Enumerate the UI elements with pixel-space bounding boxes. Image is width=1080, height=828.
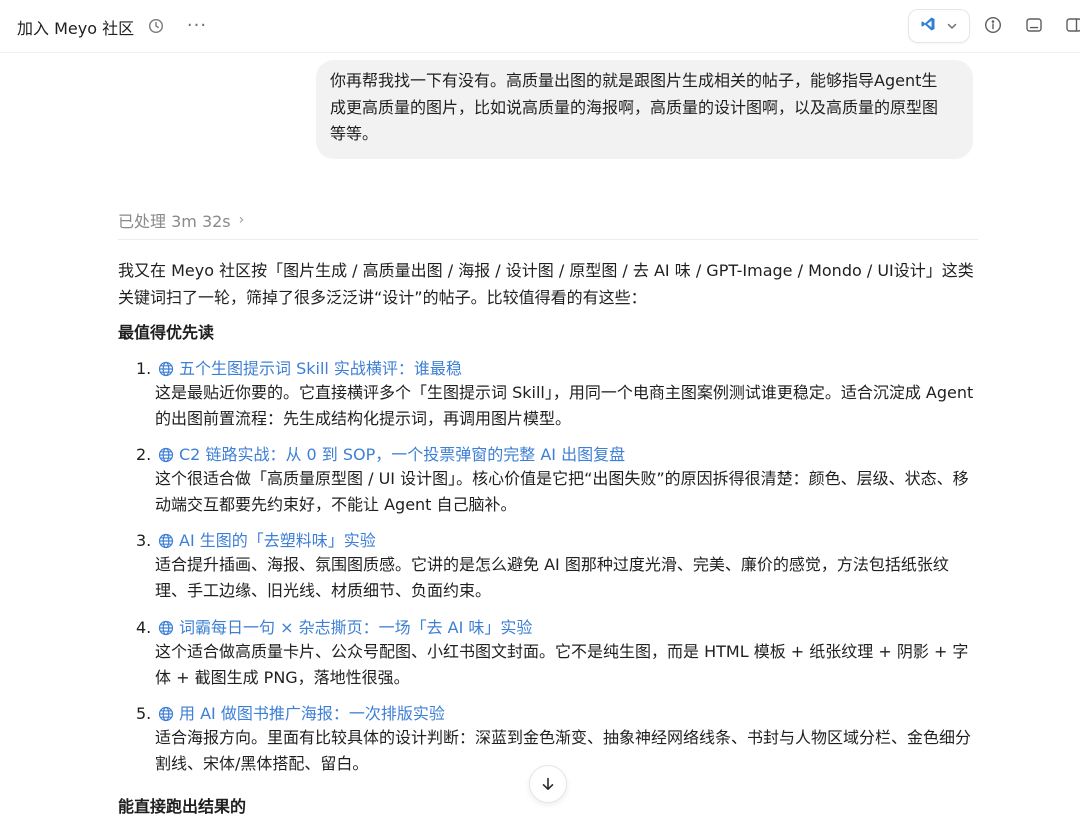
globe-icon (158, 620, 174, 635)
globe-icon (158, 533, 174, 548)
answer-intro: 我又在 Meyo 社区按「图片生成 / 高质量出图 / 海报 / 设计图 / 原… (118, 261, 974, 307)
list-item-description: 适合提升插画、海报、氛围图质感。它讲的是怎么避免 AI 图那种过度光滑、完美、廉… (155, 555, 949, 600)
post-link[interactable]: C2 链路实战：从 0 到 SOP，一个投票弹窗的完整 AI 出图复盘 (158, 441, 625, 468)
globe-icon (158, 706, 174, 721)
clock-icon[interactable] (146, 16, 166, 36)
list-number: 5. (136, 704, 152, 723)
post-link-text[interactable]: 五个生图提示词 Skill 实战横评：谁最稳 (179, 355, 462, 382)
processing-summary-label: 已处理 3m 32s (118, 212, 231, 231)
list-number: 4. (136, 618, 152, 637)
sidebar-panel-icon[interactable] (1064, 15, 1080, 35)
divider (118, 239, 978, 240)
list-number: 1. (136, 359, 152, 378)
scroll-to-bottom-button[interactable] (529, 765, 567, 803)
list-number: 3. (136, 531, 152, 550)
section-heading-priority: 最值得优先读 (118, 323, 215, 342)
section-heading-runnable: 能直接跑出结果的 (118, 797, 247, 816)
list-item-description: 适合海报方向。里面有比较具体的设计判断：深蓝到金色渐变、抽象神经网络线条、书封与… (155, 728, 972, 773)
open-in-ide-button[interactable] (908, 9, 970, 43)
post-link-text[interactable]: C2 链路实战：从 0 到 SOP，一个投票弹窗的完整 AI 出图复盘 (179, 441, 625, 468)
info-icon[interactable] (983, 15, 1003, 35)
terminal-panel-icon[interactable] (1024, 15, 1044, 35)
post-link[interactable]: 词霸每日一句 × 杂志撕页：一场「去 AI 味」实验 (158, 614, 532, 641)
post-link-text[interactable]: 词霸每日一句 × 杂志撕页：一场「去 AI 味」实验 (179, 614, 532, 641)
arrow-down-icon (542, 777, 554, 790)
list-item-description: 这是最贴近你要的。它直接横评多个「生图提示词 Skill」，用同一个电商主图案例… (155, 383, 974, 428)
list-number: 2. (136, 445, 152, 464)
chevron-down-icon (946, 17, 958, 36)
post-link[interactable]: 五个生图提示词 Skill 实战横评：谁最稳 (158, 355, 462, 382)
post-link-text[interactable]: AI 生图的「去塑料味」实验 (179, 527, 376, 554)
post-link-text[interactable]: 用 AI 做图书推广海报：一次排版实验 (179, 700, 445, 727)
list-item-description: 这个适合做高质量卡片、公众号配图、小红书图文封面。它不是纯生图，而是 HTML … (155, 642, 969, 687)
post-link[interactable]: AI 生图的「去塑料味」实验 (158, 527, 376, 554)
post-link[interactable]: 用 AI 做图书推广海报：一次排版实验 (158, 700, 445, 727)
globe-icon (158, 447, 174, 462)
assistant-answer: 我又在 Meyo 社区按「图片生成 / 高质量出图 / 海报 / 设计图 / 原… (118, 257, 980, 816)
globe-icon (158, 361, 174, 376)
conversation-title[interactable]: 加入 Meyo 社区 (17, 15, 134, 39)
chevron-right-icon: › (238, 212, 245, 228)
vscode-icon (920, 16, 936, 36)
top-bar: 加入 Meyo 社区 ··· (0, 0, 1080, 53)
processing-summary-toggle[interactable]: 已处理 3m 32s › (118, 208, 244, 232)
more-options-icon[interactable]: ··· (186, 14, 208, 36)
list-item-description: 这个很适合做「高质量原型图 / UI 设计图」。核心价值是它把“出图失败”的原因… (155, 469, 969, 514)
user-message-bubble: 你再帮我找一下有没有。高质量出图的就是跟图片生成相关的帖子，能够指导Agent生… (316, 60, 973, 159)
app-window: 加入 Meyo 社区 ··· 你再帮我找一下有没有。高质量出图的就是跟图片生成相… (0, 0, 1080, 828)
